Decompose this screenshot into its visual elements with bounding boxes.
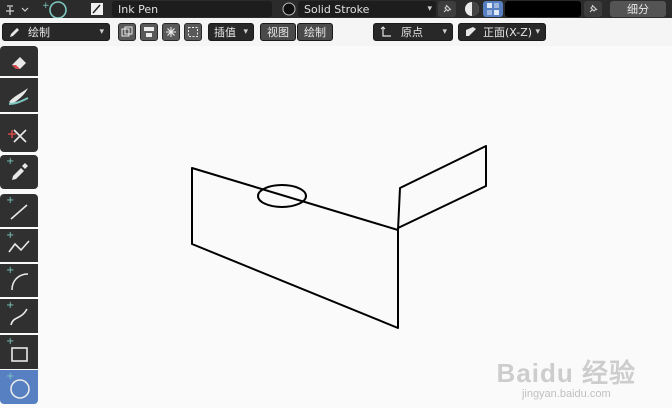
chevron-down-icon: ▾ xyxy=(243,27,248,37)
origin-dropdown[interactable]: 原点 ▾ xyxy=(373,23,453,41)
add-icon: + xyxy=(6,195,15,206)
stroke-front-panel xyxy=(191,167,399,329)
layers-icon xyxy=(121,26,133,37)
pencil-icon xyxy=(10,28,19,37)
watermark: Baidu 经验 jingyan.baidu.com xyxy=(497,353,636,400)
multiframe-button[interactable] xyxy=(118,23,136,41)
stroke-placement-button[interactable] xyxy=(140,23,158,41)
chevron-down-icon: ▾ xyxy=(535,27,540,37)
axis-origin-icon xyxy=(380,26,391,37)
brush-name: Ink Pen xyxy=(118,2,159,16)
mode-dropdown[interactable]: 绘制 ▾ xyxy=(2,23,110,41)
vertex-color-icon[interactable] xyxy=(462,1,482,17)
texture-mode-button[interactable] xyxy=(483,1,503,17)
svg-text:+: + xyxy=(42,1,50,11)
plane-icon xyxy=(466,27,476,36)
pin-color-button[interactable] xyxy=(584,1,602,17)
brush-icon xyxy=(86,1,108,17)
subdivide-label: 细分 xyxy=(627,3,649,16)
add-icon: + xyxy=(6,265,15,276)
material-color-swatch[interactable] xyxy=(505,1,581,17)
tool-arc[interactable]: + xyxy=(0,264,38,297)
cutter-icon xyxy=(8,129,27,143)
pin-icon xyxy=(443,4,452,13)
erase-icon xyxy=(12,57,26,69)
watermark-logo: Baidu 经验 xyxy=(496,358,636,388)
active-tool-indicator[interactable]: + xyxy=(40,1,74,18)
snapping-button[interactable] xyxy=(184,23,202,41)
top-toolbar: + Ink Pen Solid Stroke ▾ 细分 xyxy=(0,0,672,18)
tool-polyline[interactable]: + xyxy=(0,229,38,262)
circle-icon: + xyxy=(42,1,67,18)
snowflake-icon xyxy=(166,27,176,37)
orientation-label: 正面(X-Z) xyxy=(483,26,533,39)
tint-icon xyxy=(8,88,29,105)
toolbar-separator xyxy=(0,189,38,192)
brush-preview-icon xyxy=(91,3,103,15)
transform-icon xyxy=(6,5,29,15)
chevron-down-icon: ▾ xyxy=(442,27,447,37)
draw-menu[interactable]: 绘制 xyxy=(297,23,333,41)
material-sphere-icon xyxy=(282,2,296,16)
stroke-side-panel xyxy=(397,145,487,231)
draw-menu-label: 绘制 xyxy=(304,26,326,39)
add-icon: + xyxy=(6,300,15,311)
add-icon: + xyxy=(6,230,15,241)
tool-line[interactable]: + xyxy=(0,194,38,227)
tool-box[interactable]: + xyxy=(0,335,38,369)
brush-name-field[interactable]: Ink Pen xyxy=(112,1,272,17)
subdivide-button[interactable]: 细分 xyxy=(610,1,666,17)
chevron-down-icon: ▾ xyxy=(427,4,432,14)
texture-icon xyxy=(487,3,499,15)
material-icon xyxy=(280,1,298,17)
color-wheel-icon xyxy=(465,2,479,16)
mode-label: 绘制 xyxy=(28,26,50,39)
add-icon: + xyxy=(6,336,15,347)
chevron-down-icon: ▾ xyxy=(99,27,104,37)
pin-material-button[interactable] xyxy=(438,1,456,17)
interpolate-dropdown[interactable]: 插值 ▾ xyxy=(208,23,254,41)
viewport-header: 绘制 ▾ 插值 ▾ 视图 绘制 原点 ▾ 正面(X-Z) ▾ xyxy=(0,18,672,46)
orientation-dropdown[interactable]: 正面(X-Z) ▾ xyxy=(458,23,546,41)
view-menu[interactable]: 视图 xyxy=(260,23,296,41)
tool-eyedropper[interactable]: + xyxy=(0,155,38,189)
view-menu-label: 视图 xyxy=(267,26,289,39)
tool-circle[interactable]: + xyxy=(0,370,38,404)
add-icon: + xyxy=(6,156,15,167)
origin-label: 原点 xyxy=(401,26,423,39)
tool-tint[interactable] xyxy=(0,78,38,112)
tool-settings-dropdown[interactable] xyxy=(2,1,32,17)
material-name-field[interactable]: Solid Stroke ▾ xyxy=(298,1,436,17)
add-icon: + xyxy=(6,371,15,382)
material-name: Solid Stroke xyxy=(304,2,370,16)
stroke-placement-icon xyxy=(144,27,154,37)
tool-curve[interactable]: + xyxy=(0,299,38,333)
pin-icon xyxy=(589,4,598,13)
interpolate-label: 插值 xyxy=(214,26,236,39)
guides-button[interactable] xyxy=(162,23,180,41)
tool-cutter[interactable] xyxy=(0,114,38,152)
dotted-square-icon xyxy=(188,27,198,37)
tool-erase[interactable] xyxy=(0,46,38,76)
